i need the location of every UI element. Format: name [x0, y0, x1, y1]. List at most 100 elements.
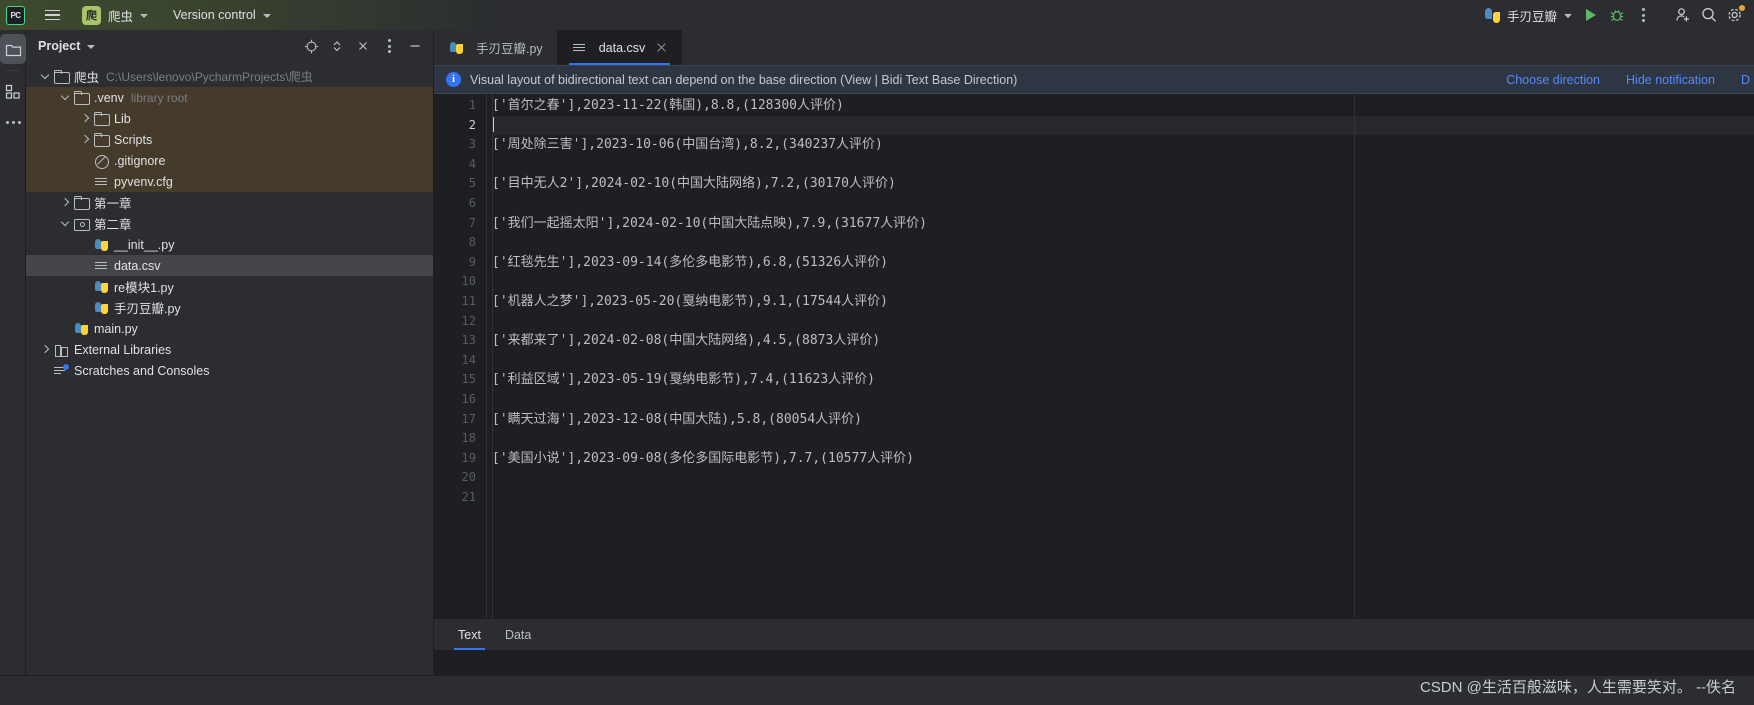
rail-structure-button[interactable]: [0, 77, 26, 107]
code-line[interactable]: [492, 115, 1754, 136]
tree-item[interactable]: 爬虫 C:\Users\lenovo\PycharmProjects\爬虫: [26, 66, 433, 87]
choose-direction-link[interactable]: Choose direction: [1506, 73, 1600, 87]
code-line[interactable]: [492, 351, 1754, 371]
python-file-icon: [93, 279, 109, 295]
editor-tab[interactable]: 手刃豆瓣.py: [434, 30, 557, 65]
chevron-right-icon[interactable]: [80, 113, 91, 124]
rail-project-button[interactable]: [0, 34, 26, 64]
csv-view-tab[interactable]: Text: [446, 619, 493, 650]
tree-item[interactable]: pyvenv.cfg: [26, 171, 433, 192]
version-control-label: Version control: [173, 8, 256, 22]
line-number: 19: [461, 450, 476, 465]
pycharm-window: PC 爬 爬虫 Version control 手刃豆瓣 Project 爬虫 …: [0, 0, 1754, 705]
close-icon[interactable]: [655, 41, 668, 54]
code-line[interactable]: [492, 390, 1754, 410]
dont-show-again-link[interactable]: D: [1741, 73, 1750, 87]
scratches-icon: [53, 363, 69, 379]
notification-message: Visual layout of bidirectional text can …: [470, 72, 1018, 87]
code-line[interactable]: [492, 155, 1754, 175]
tree-item[interactable]: 第一章: [26, 192, 433, 213]
tree-item-label: 第二章: [94, 218, 132, 232]
code-line[interactable]: [492, 468, 1754, 488]
editor-tab[interactable]: data.csv: [556, 30, 683, 65]
code-line[interactable]: ['红毯先生'],2023-09-14(多伦多电影节),6.8,(51326人评…: [492, 253, 1754, 273]
code-line[interactable]: ['首尔之春'],2023-11-22(韩国),8.8,(128300人评价): [492, 96, 1754, 116]
version-control-widget[interactable]: Version control: [173, 8, 271, 22]
more-tool-windows-icon: [5, 120, 21, 124]
search-everywhere-button[interactable]: [1696, 2, 1722, 28]
code-line[interactable]: ['来都来了'],2024-02-08(中国大陆网络),4.5,(8873人评价…: [492, 331, 1754, 351]
code-line[interactable]: [492, 488, 1754, 508]
tree-item[interactable]: re模块1.py: [26, 276, 433, 297]
rail-more-button[interactable]: [0, 107, 26, 137]
panel-options-button[interactable]: [377, 34, 401, 58]
collapse-all-button[interactable]: [351, 34, 375, 58]
select-opened-file-button[interactable]: [299, 34, 323, 58]
chevron-right-icon[interactable]: [60, 197, 71, 208]
csv-view-tabs[interactable]: Text Data: [434, 618, 1754, 650]
code-line[interactable]: ['目中无人2'],2024-02-10(中国大陆网络),7.2,(30170人…: [492, 174, 1754, 194]
hide-panel-button[interactable]: [403, 34, 427, 58]
chevron-right-icon[interactable]: [40, 344, 51, 355]
tree-item[interactable]: __init__.py: [26, 234, 433, 255]
tree-item[interactable]: Scratches and Consoles: [26, 360, 433, 381]
chevron-down-icon[interactable]: [87, 45, 96, 49]
chevron-down-icon[interactable]: [40, 71, 51, 82]
code-line[interactable]: [492, 272, 1754, 292]
tree-item[interactable]: 第二章: [26, 213, 433, 234]
code-line[interactable]: ['我们一起摇太阳'],2024-02-10(中国大陆点映),7.9,(3167…: [492, 214, 1754, 234]
code-line[interactable]: ['周处除三害'],2023-10-06(中国台湾),8.2,(340237人评…: [492, 135, 1754, 155]
more-actions-button[interactable]: [1630, 2, 1656, 28]
chevron-down-icon[interactable]: [60, 218, 71, 229]
csv-view-tab[interactable]: Data: [493, 619, 543, 650]
tree-item[interactable]: .venv library root: [26, 87, 433, 108]
hide-icon: [410, 45, 420, 47]
settings-button[interactable]: [1722, 2, 1748, 28]
add-account-button[interactable]: [1670, 2, 1696, 28]
external-libraries-icon: [53, 342, 69, 358]
code-line[interactable]: [492, 312, 1754, 332]
python-file-icon: [93, 237, 109, 253]
project-widget[interactable]: 爬 爬虫: [79, 4, 151, 26]
code-line[interactable]: ['利益区域'],2023-05-19(戛纳电影节),7.4,(11623人评价…: [492, 370, 1754, 390]
tree-item[interactable]: data.csv: [26, 255, 433, 276]
line-number: 5: [468, 176, 476, 191]
chevron-down-icon[interactable]: [60, 92, 71, 103]
tree-item-label: data.csv: [114, 258, 161, 273]
tree-item[interactable]: Scripts: [26, 129, 433, 150]
line-number: 12: [461, 313, 476, 328]
project-panel-title: Project: [38, 39, 81, 53]
run-button[interactable]: [1578, 2, 1604, 28]
tree-item[interactable]: main.py: [26, 318, 433, 339]
chevron-down-icon: [140, 14, 149, 18]
tree-item[interactable]: .gitignore: [26, 150, 433, 171]
expand-collapse-button[interactable]: [325, 34, 349, 58]
editor-text[interactable]: ['首尔之春'],2023-11-22(韩国),8.8,(128300人评价) […: [492, 94, 1754, 618]
config-file-icon: [93, 174, 109, 190]
project-tree[interactable]: 爬虫 C:\Users\lenovo\PycharmProjects\爬虫 .ven…: [26, 62, 433, 381]
editor-tab-bar[interactable]: 手刃豆瓣.py data.csv: [434, 30, 1754, 65]
code-line[interactable]: [492, 429, 1754, 449]
code-line[interactable]: ['美国小说'],2023-09-08(多伦多国际电影节),7.7,(10577…: [492, 449, 1754, 469]
debug-button[interactable]: [1604, 2, 1630, 28]
hide-notification-link[interactable]: Hide notification: [1626, 73, 1715, 87]
code-line[interactable]: [492, 233, 1754, 253]
pycharm-logo-icon: PC: [6, 5, 25, 25]
code-line[interactable]: [492, 194, 1754, 214]
code-editor[interactable]: 1 2 3 4 5 6 7 8 9 10 11 12 13 14 15 16 17 18 19 20 21 ['首尔之春…: [434, 94, 1754, 618]
tree-item[interactable]: Lib: [26, 108, 433, 129]
tree-item[interactable]: External Libraries: [26, 339, 433, 360]
search-icon: [1702, 7, 1717, 22]
chevron-right-icon[interactable]: [80, 134, 91, 145]
project-badge-icon: 爬: [82, 5, 101, 25]
code-line[interactable]: ['瞒天过海'],2023-12-08(中国大陆),5.8,(80054人评价): [492, 410, 1754, 430]
run-configuration-widget[interactable]: 手刃豆瓣: [1484, 6, 1572, 25]
tree-item[interactable]: 手刃豆瓣.py: [26, 297, 433, 318]
tree-item-label: External Libraries: [74, 342, 172, 357]
tree-item-label: Scratches and Consoles: [74, 363, 210, 378]
main-menu-icon[interactable]: [41, 4, 63, 26]
code-line[interactable]: ['机器人之梦'],2023-05-20(戛纳电影节),9.1,(17544人评…: [492, 292, 1754, 312]
line-number: 6: [468, 195, 476, 210]
